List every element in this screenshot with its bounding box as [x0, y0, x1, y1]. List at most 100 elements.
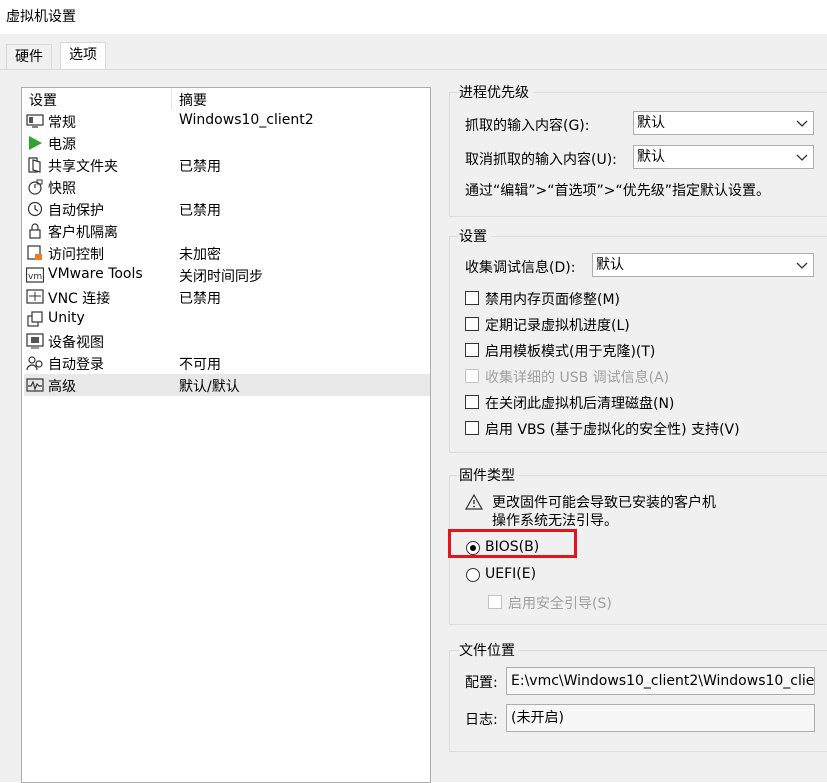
- config-label: 配置:: [465, 675, 498, 691]
- warning-icon: [465, 494, 483, 510]
- vmware-icon: vm: [26, 267, 44, 283]
- checkbox-box: [488, 595, 502, 609]
- checkbox-box[interactable]: [465, 421, 479, 435]
- snapshot-icon: [28, 179, 43, 195]
- log-label: 日志:: [465, 712, 498, 728]
- checkbox-box[interactable]: [465, 395, 479, 409]
- lock-icon: [29, 223, 41, 239]
- group-title-process-priority: 进程优先级: [459, 82, 533, 102]
- tab-hardware[interactable]: 硬件: [6, 44, 52, 70]
- grabbed-input-value: 默认: [637, 115, 665, 131]
- tab-options[interactable]: 选项: [60, 42, 106, 71]
- checkbox-label: 收集详细的 USB 调试信息(A): [485, 370, 670, 386]
- checkbox-label: 禁用内存页面修整(M): [485, 292, 621, 308]
- group-title-firmware: 固件类型: [459, 465, 519, 485]
- list-item-summary: 不可用: [179, 357, 221, 373]
- column-header-summary[interactable]: 摘要: [179, 90, 207, 110]
- settings-list[interactable]: 设置 摘要 常规 Windows10_client2 电源 共享文件夹 已禁用 …: [21, 87, 431, 783]
- chevron-down-icon: [796, 262, 808, 269]
- clock-icon: [27, 201, 43, 217]
- debug-info-select[interactable]: 默认: [592, 253, 814, 277]
- list-item-name: 快照: [48, 181, 76, 197]
- unity-icon: [27, 311, 43, 327]
- grabbed-input-select[interactable]: 默认: [633, 111, 814, 135]
- list-item-name: 高级: [48, 379, 76, 395]
- list-item-snapshots[interactable]: 快照: [24, 176, 430, 198]
- file-location-group: 文件位置 配置: E:\vmc\Windows10_client2\Window…: [449, 640, 827, 752]
- list-item-name: VMware Tools: [48, 266, 143, 282]
- chevron-down-icon: [796, 154, 808, 161]
- list-item-name: Unity: [48, 310, 85, 326]
- group-title-file-location: 文件位置: [459, 640, 519, 660]
- folder-icon: [28, 157, 41, 173]
- svg-text:vm: vm: [28, 272, 42, 282]
- list-item-name: 电源: [48, 137, 76, 153]
- list-header: 设置 摘要: [22, 88, 430, 110]
- firmware-warning-line2: 操作系统无法引导。: [492, 513, 618, 529]
- checkbox-label: 启用安全引导(S): [508, 596, 612, 612]
- list-item-summary: 已禁用: [179, 291, 221, 307]
- list-item-autoprotect[interactable]: 自动保护 已禁用: [24, 198, 430, 220]
- grabbed-input-label: 抓取的输入内容(G):: [465, 118, 590, 134]
- list-item-summary: Windows10_client2: [179, 112, 314, 128]
- list-item-guest-isolation[interactable]: 客户机隔离: [24, 220, 430, 242]
- priority-note: 通过“编辑”>“首选项”>“优先级”指定默认设置。: [465, 183, 770, 199]
- list-item-name: 常规: [48, 115, 76, 131]
- window-title: 虚拟机设置: [6, 9, 76, 25]
- radio-label: UEFI(E): [485, 566, 537, 582]
- ungrabbed-input-value: 默认: [637, 149, 665, 165]
- list-item-name: 客户机隔离: [48, 225, 118, 241]
- list-item-access-control[interactable]: 访问控制 未加密: [24, 242, 430, 264]
- list-item-device-view[interactable]: 设备视图: [24, 330, 430, 352]
- device-view-icon: [26, 333, 44, 349]
- list-item-autologin[interactable]: 自动登录 不可用: [24, 352, 430, 374]
- list-item-name: 共享文件夹: [48, 159, 118, 175]
- list-item-summary: 已禁用: [179, 159, 221, 175]
- checkbox-box[interactable]: [465, 317, 479, 331]
- debug-info-label: 收集调试信息(D):: [465, 260, 576, 276]
- list-item-vmware-tools[interactable]: vm VMware Tools 关闭时间同步: [24, 264, 430, 286]
- list-item-summary: 关闭时间同步: [179, 269, 263, 285]
- list-item-summary: 已禁用: [179, 203, 221, 219]
- log-path-field[interactable]: (未开启): [506, 704, 815, 732]
- ungrabbed-input-label: 取消抓取的输入内容(U):: [465, 152, 617, 168]
- debug-info-value: 默认: [596, 257, 624, 273]
- column-header-setting[interactable]: 设置: [29, 90, 57, 110]
- group-title-settings: 设置: [459, 226, 491, 246]
- checkbox-box: [465, 369, 479, 383]
- checkbox-box[interactable]: [465, 291, 479, 305]
- firmware-warning-line1: 更改固件可能会导致已安装的客户机: [492, 495, 716, 511]
- radio-circle[interactable]: [466, 568, 480, 582]
- list-item-name: 设备视图: [48, 335, 104, 351]
- list-item-name: 访问控制: [48, 247, 104, 263]
- list-item-vnc[interactable]: VNC 连接 已禁用: [24, 286, 430, 308]
- users-icon: [26, 356, 43, 371]
- process-priority-group: 进程优先级 抓取的输入内容(G): 默认 取消抓取的输入内容(U): 默认 通过…: [449, 82, 827, 217]
- monitor-icon: [26, 114, 44, 128]
- checkbox-box[interactable]: [465, 343, 479, 357]
- ungrabbed-input-select[interactable]: 默认: [633, 145, 814, 169]
- options-panel: 设置 摘要 常规 Windows10_client2 电源 共享文件夹 已禁用 …: [0, 69, 827, 783]
- checkbox-label: 定期记录虚拟机进度(L): [485, 318, 630, 334]
- list-item-summary: 默认/默认: [179, 379, 240, 395]
- list-item-name: 自动保护: [48, 203, 104, 219]
- list-item-shared-folders[interactable]: 共享文件夹 已禁用: [24, 154, 430, 176]
- advanced-icon: [26, 378, 44, 392]
- list-item-advanced[interactable]: 高级 默认/默认: [24, 374, 430, 396]
- list-item-general[interactable]: 常规 Windows10_client2: [24, 110, 430, 132]
- checkbox-label: 启用模板模式(用于克隆)(T): [485, 344, 656, 360]
- vnc-icon: [26, 289, 44, 304]
- settings-group: 设置 收集调试信息(D): 默认 禁用内存页面修整(M) 定期记录虚拟机进度(L…: [449, 226, 827, 453]
- list-item-power[interactable]: 电源: [24, 132, 430, 154]
- access-control-icon: [27, 245, 42, 260]
- checkbox-label: 在关闭此虚拟机后清理磁盘(N): [485, 396, 675, 412]
- list-item-name: VNC 连接: [48, 291, 111, 307]
- list-item-summary: 未加密: [179, 247, 221, 263]
- checkbox-label: 启用 VBS (基于虚拟化的安全性) 支持(V): [485, 422, 740, 438]
- play-icon: [29, 136, 42, 150]
- config-path-field[interactable]: E:\vmc\Windows10_client2\Windows10_clien…: [506, 667, 815, 695]
- tab-bar: 硬件 选项: [0, 34, 827, 71]
- highlight-box: [448, 529, 577, 558]
- list-item-unity[interactable]: Unity: [24, 308, 430, 330]
- chevron-down-icon: [796, 120, 808, 127]
